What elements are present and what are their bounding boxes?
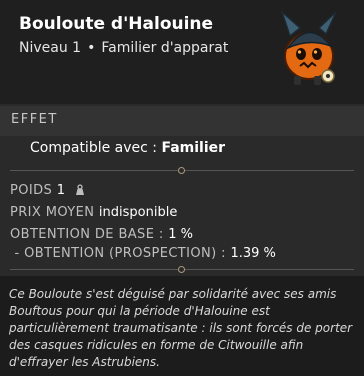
effect-section-label: EFFET [11, 112, 58, 127]
description-panel: Ce Bouloute s'est déguisé par solidarité… [0, 276, 364, 376]
price-row: PRIX MOYEN indisponible [10, 205, 177, 220]
weight-label: POIDS [10, 183, 53, 198]
separator [10, 167, 354, 174]
prospect-drop-value: 1.39 % [230, 246, 276, 261]
item-subtitle: Niveau 1 • Familier d'apparat [19, 40, 228, 56]
compatible-label: Compatible avec : [30, 140, 158, 156]
compatibility-line: Compatible avec : Familier [30, 140, 225, 156]
item-category: Familier d'apparat [101, 40, 229, 56]
weight-value: 1 [56, 183, 65, 198]
weight-icon [75, 184, 84, 195]
weight-row: POIDS 1 [10, 183, 86, 198]
compatible-value: Familier [161, 140, 226, 156]
separator [10, 266, 354, 273]
item-level: Niveau 1 [19, 40, 82, 56]
item-title: Bouloute d'Halouine [19, 14, 214, 34]
separator-ornament [178, 167, 185, 174]
effect-section-header: EFFET [0, 106, 364, 136]
prospect-drop-row: - OBTENTION (PROSPECTION) : 1.39 % [10, 246, 276, 261]
price-label: PRIX MOYEN [10, 205, 95, 220]
base-drop-value: 1 % [168, 227, 193, 242]
separator-ornament [178, 266, 185, 273]
item-header: Bouloute d'Halouine Niveau 1 • Familier d'… [0, 0, 364, 104]
price-value: indisponible [98, 205, 178, 220]
prospect-drop-label: - OBTENTION (PROSPECTION) : [10, 246, 226, 261]
pet-portrait-icon [280, 10, 337, 85]
base-drop-row: OBTENTION DE BASE : 1 % [10, 227, 193, 242]
item-description: Ce Bouloute s'est déguisé par solidarité… [9, 287, 353, 369]
subtitle-separator: • [87, 40, 96, 56]
base-drop-label: OBTENTION DE BASE : [10, 227, 164, 242]
